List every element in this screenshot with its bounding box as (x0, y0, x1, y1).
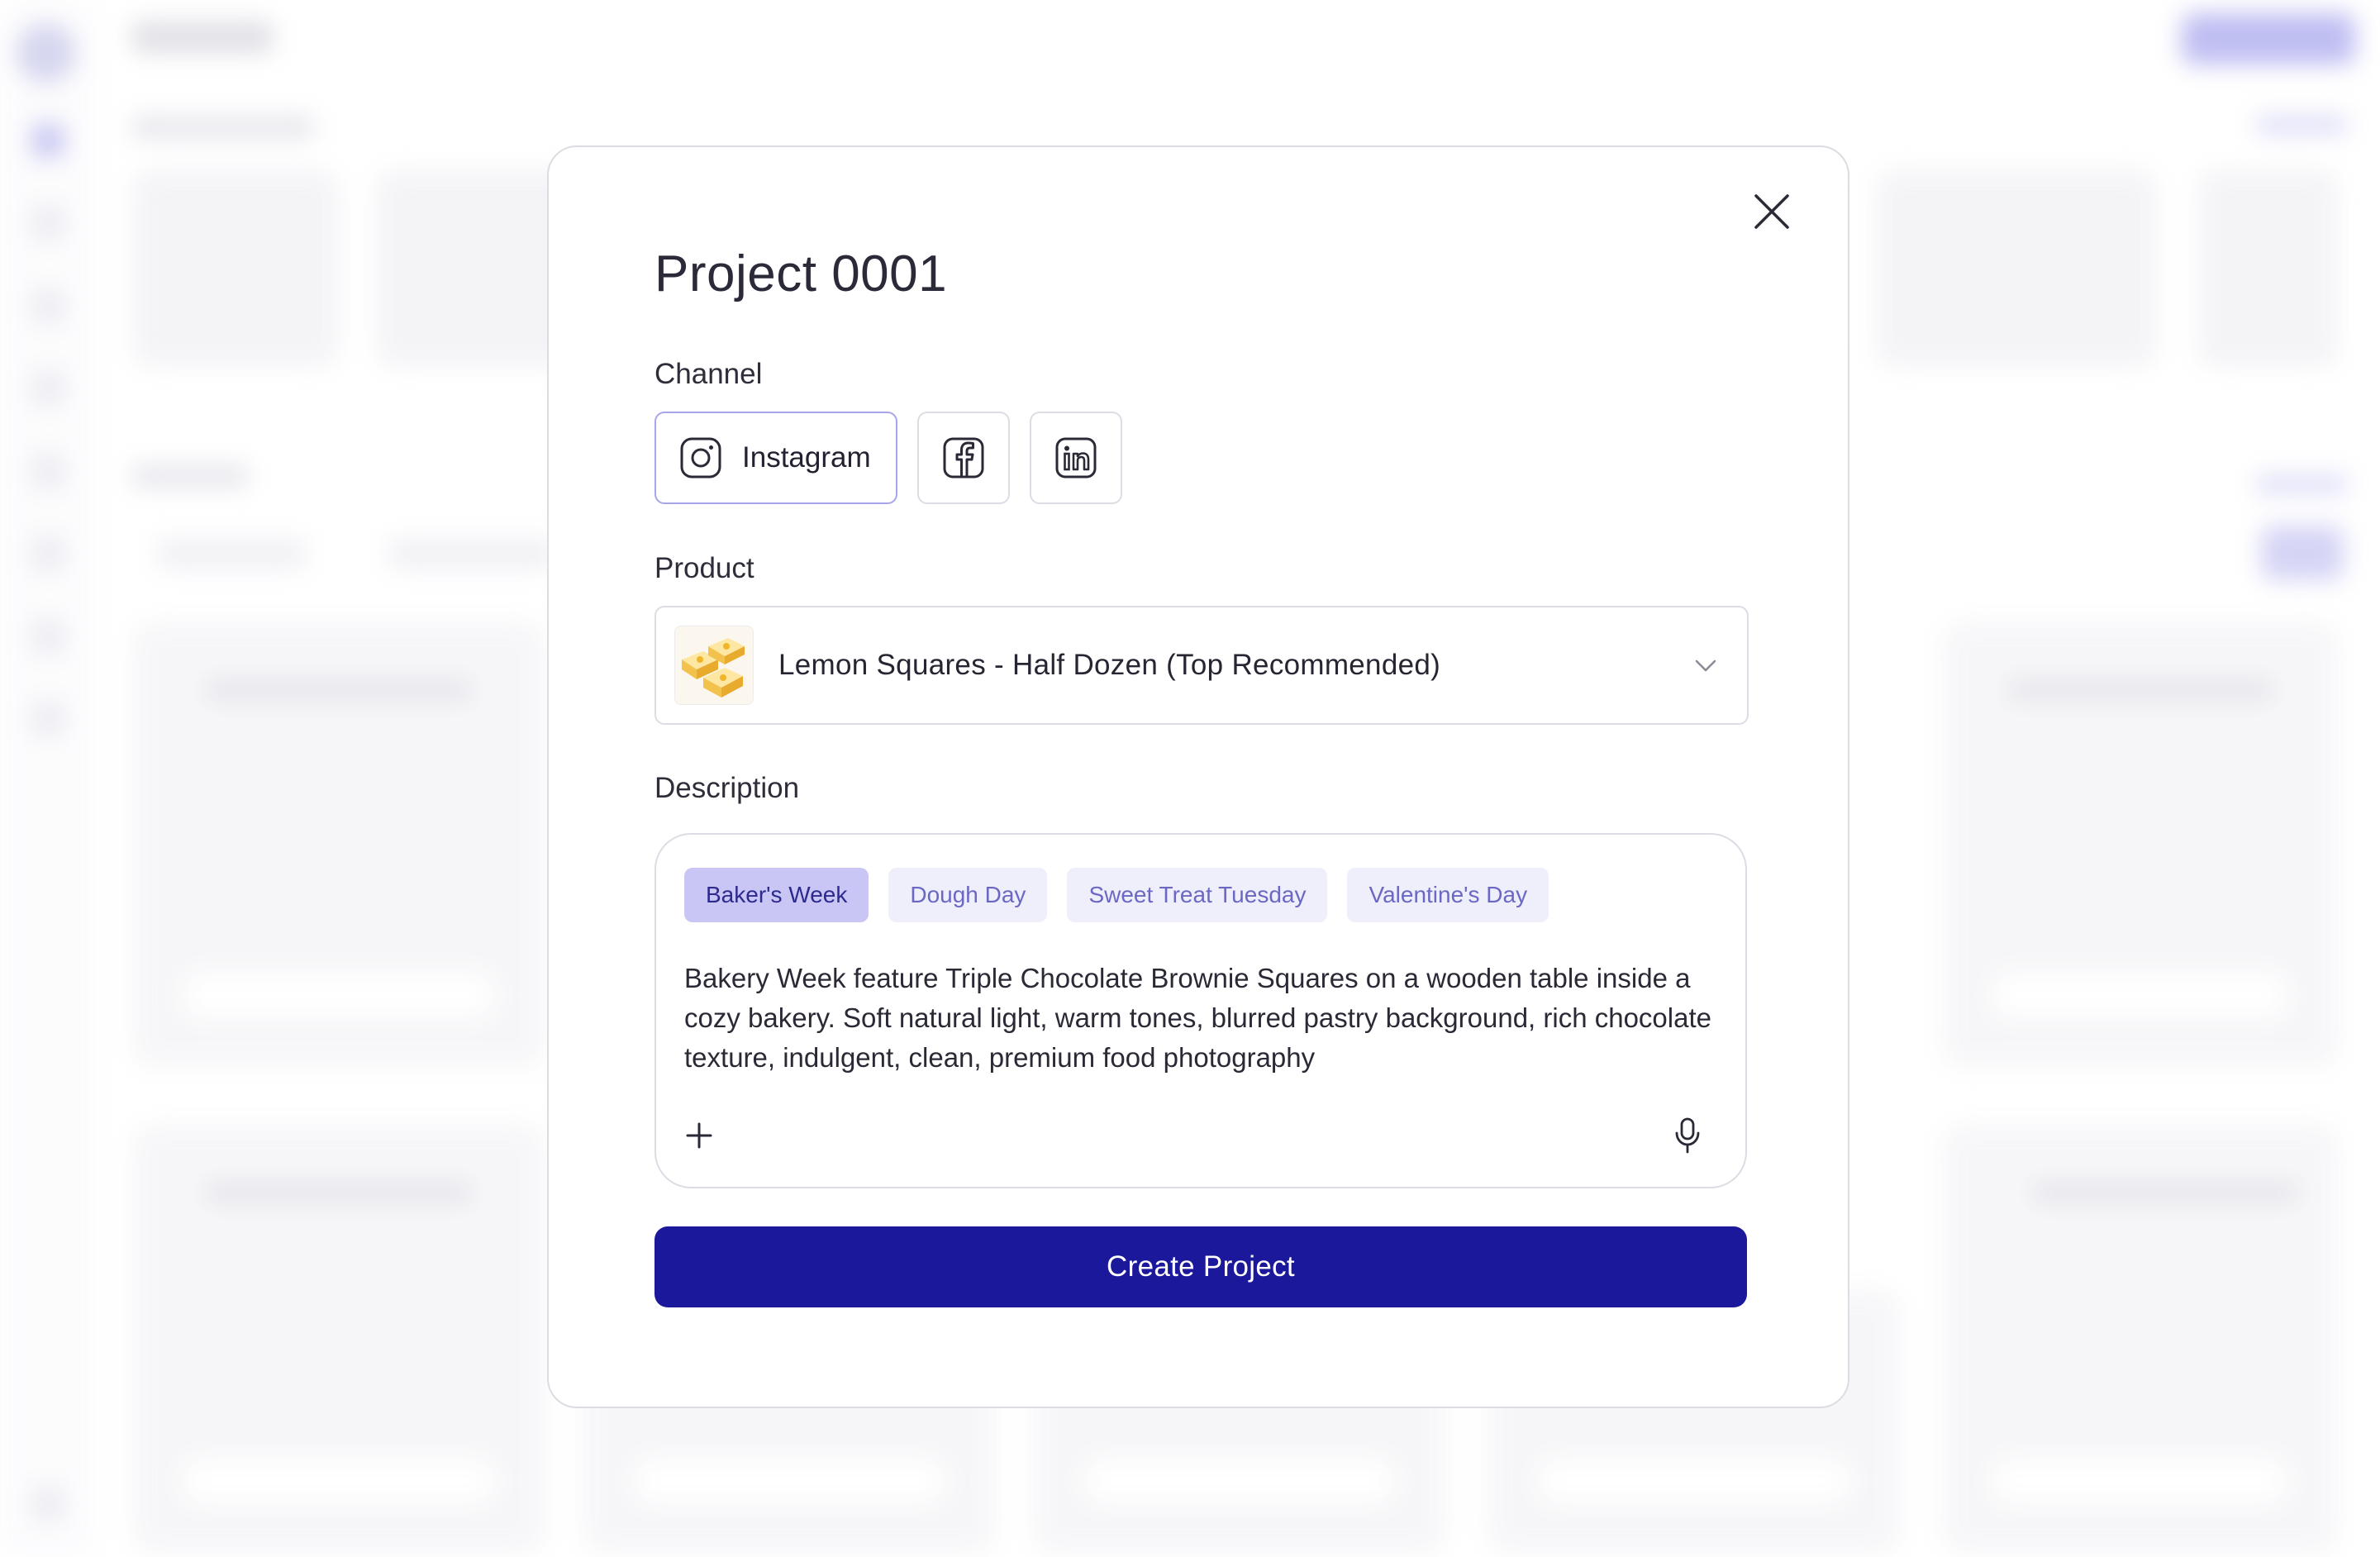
product-dropdown[interactable]: Lemon Squares - Half Dozen (Top Recommen… (654, 606, 1749, 725)
instagram-icon (680, 437, 721, 479)
background-project-card (1942, 621, 2339, 1068)
channel-instagram-button[interactable]: Instagram (654, 412, 897, 504)
background-project-card (132, 1124, 545, 1554)
background-nav-item (31, 455, 64, 488)
channel-label: Channel (654, 358, 763, 390)
background-card (132, 169, 339, 368)
background-link (2256, 475, 2347, 493)
background-nav-item (31, 372, 64, 405)
plus-icon (686, 1122, 712, 1149)
linkedin-icon (1055, 437, 1097, 479)
description-textarea[interactable]: Bakery Week feature Triple Chocolate Bro… (684, 959, 1717, 1078)
channel-instagram-label: Instagram (742, 441, 871, 474)
tag-dough-day[interactable]: Dough Day (888, 868, 1048, 922)
background-filter-button (2261, 526, 2344, 580)
create-project-modal: Project 0001 Channel Instagram Product L… (547, 145, 1849, 1408)
voice-input-button[interactable] (1668, 1112, 1707, 1159)
tag-valentines-day[interactable]: Valentine's Day (1347, 868, 1549, 922)
add-attachment-button[interactable] (679, 1116, 719, 1155)
channel-selector: Instagram (654, 412, 1122, 504)
background-filter (157, 539, 306, 569)
background-link (2256, 116, 2347, 134)
tag-sweet-treat-tuesday[interactable]: Sweet Treat Tuesday (1067, 868, 1328, 922)
modal-title: Project 0001 (654, 245, 948, 302)
channel-linkedin-button[interactable] (1030, 412, 1122, 504)
background-page-title (132, 21, 273, 53)
background-filter (388, 539, 554, 569)
background-nav-item (31, 537, 64, 570)
chevron-down-icon (1695, 659, 1716, 672)
product-thumbnail (674, 626, 754, 705)
background-nav-item (31, 1488, 64, 1521)
close-button[interactable] (1744, 183, 1800, 240)
description-label: Description (654, 772, 800, 804)
close-icon (1754, 194, 1789, 229)
description-tags: Baker's Week Dough Day Sweet Treat Tuesd… (684, 868, 1549, 922)
background-nav-item (31, 207, 64, 240)
background-section-heading (132, 464, 248, 488)
tag-bakers-week[interactable]: Baker's Week (684, 868, 869, 922)
background-nav-item (31, 620, 64, 653)
background-top-button (2182, 13, 2355, 64)
background-card (2198, 169, 2339, 368)
background-project-card (132, 621, 545, 1068)
microphone-icon (1675, 1117, 1700, 1154)
facebook-icon (943, 437, 984, 479)
channel-facebook-button[interactable] (917, 412, 1010, 504)
create-project-button[interactable]: Create Project (654, 1226, 1747, 1307)
product-selected-value: Lemon Squares - Half Dozen (Top Recommen… (778, 649, 1441, 681)
background-project-card (1942, 1124, 2339, 1554)
product-label: Product (654, 552, 754, 584)
description-field[interactable]: Baker's Week Dough Day Sweet Treat Tuesd… (654, 833, 1747, 1188)
background-nav-item (31, 124, 64, 157)
background-section-heading (132, 116, 314, 139)
background-avatar (17, 23, 76, 83)
background-nav-item (31, 289, 64, 322)
background-card (1876, 169, 2157, 368)
background-nav-item (31, 702, 64, 736)
